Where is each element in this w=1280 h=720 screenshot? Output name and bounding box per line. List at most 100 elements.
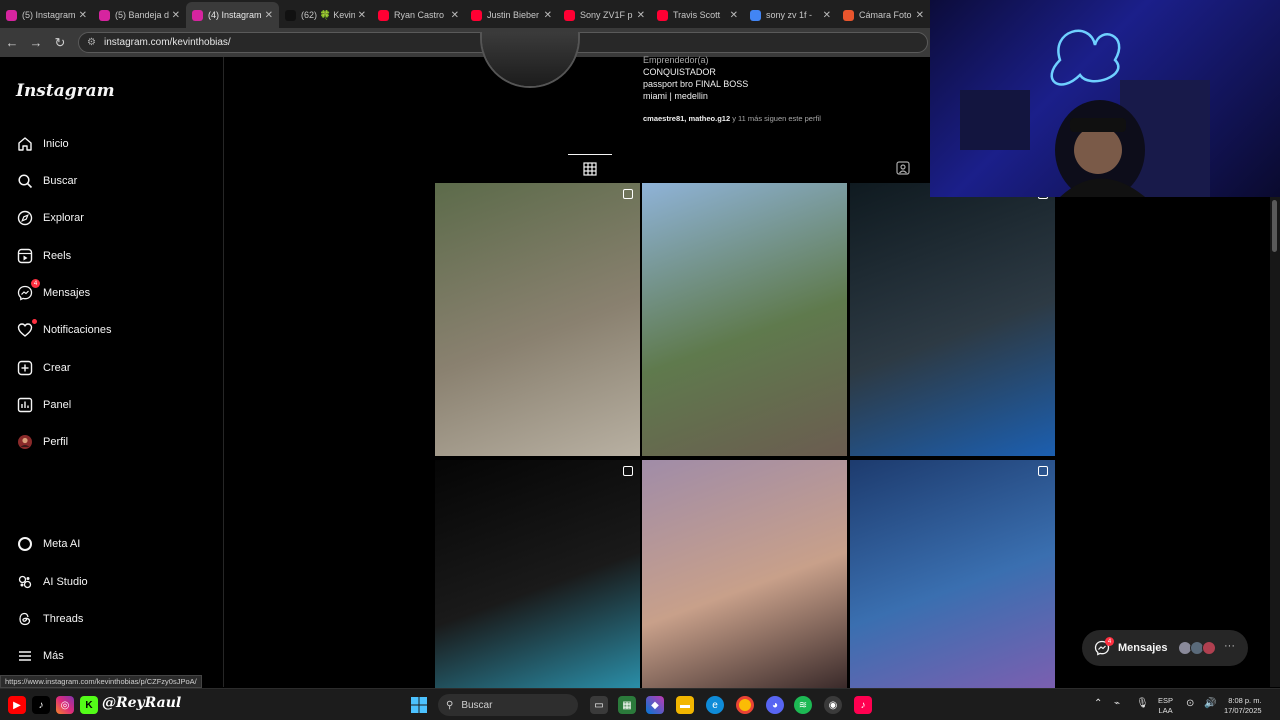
windows-start-icon[interactable] xyxy=(410,696,428,714)
clock-date: 17/07/2025 xyxy=(1224,706,1262,715)
scrollbar-thumb[interactable] xyxy=(1272,200,1277,252)
sidebar-item-ai-studio[interactable]: AI Studio xyxy=(16,567,88,597)
sidebar-item-perfil[interactable]: Perfil xyxy=(16,427,68,457)
bio-line: CONQUISTADOR xyxy=(643,67,716,77)
browser-tab[interactable]: Travis Scott ✕ xyxy=(651,2,744,28)
browser-tab[interactable]: Justin Bieber ✕ xyxy=(465,2,558,28)
tab-close-icon[interactable]: ✕ xyxy=(265,10,273,21)
tab-close-icon[interactable]: ✕ xyxy=(358,10,366,21)
browser-tab[interactable]: (62) 🍀 Kevin ✕ xyxy=(279,2,372,28)
tab-close-icon[interactable]: ✕ xyxy=(451,10,459,21)
more-icon[interactable]: ··· xyxy=(1224,640,1235,652)
sidebar-item-meta-ai[interactable]: Meta AI xyxy=(16,529,80,559)
sidebar-item-notificaciones[interactable]: Notificaciones xyxy=(16,315,111,345)
sidebar-item-label: Notificaciones xyxy=(43,324,112,336)
sidebar-item-inicio[interactable]: Inicio xyxy=(16,129,69,159)
sidebar-item-más[interactable]: Más xyxy=(16,641,64,671)
tab-close-icon[interactable]: ✕ xyxy=(823,10,831,21)
followed-by-names[interactable]: cmaestre81, matheo.g12 xyxy=(643,114,730,123)
reload-icon[interactable]: ↻ xyxy=(48,35,72,51)
clock-time: 8:08 p. m. xyxy=(1228,696,1262,705)
microphone-icon[interactable]: 🎙 xyxy=(1136,699,1149,709)
browser-tab[interactable]: Ryan Castro ✕ xyxy=(372,2,465,28)
browser-tab[interactable]: (5) Bandeja de ✕ xyxy=(93,2,186,28)
search-icon xyxy=(16,172,34,190)
sidebar-item-threads[interactable]: Threads xyxy=(16,604,83,634)
tiktok-live-icon[interactable]: ♪ xyxy=(854,696,872,714)
site-info-icon[interactable]: ⚙ xyxy=(87,37,96,48)
tab-favicon-icon xyxy=(471,9,482,21)
file-explorer-icon[interactable]: ▬ xyxy=(676,696,694,714)
tab-close-icon[interactable]: ✕ xyxy=(637,10,645,21)
sidebar-item-label: Perfil xyxy=(43,436,69,448)
followed-by-text[interactable]: cmaestre81, matheo.g12 y 11 más siguen e… xyxy=(643,114,821,123)
tab-close-icon[interactable]: ✕ xyxy=(730,10,738,21)
sidebar-item-mensajes[interactable]: 4 Mensajes xyxy=(16,278,90,308)
chrome-icon[interactable] xyxy=(736,696,754,714)
browser-tab[interactable]: Sony ZV1F p ✕ xyxy=(558,2,651,28)
tab-posts[interactable] xyxy=(568,154,612,182)
tiktok-icon[interactable]: ♪ xyxy=(32,696,50,714)
tab-close-icon[interactable]: ✕ xyxy=(172,10,180,21)
tray-chevron-icon[interactable]: ⌃ xyxy=(1094,699,1102,709)
sidebar-item-panel[interactable]: Panel xyxy=(16,390,71,420)
messages-pill[interactable]: 4 Mensajes ··· xyxy=(1082,630,1248,666)
messages-pill-label: Mensajes xyxy=(1118,642,1168,654)
carousel-icon xyxy=(623,189,633,199)
post-studio-award[interactable] xyxy=(850,460,1055,688)
edge-icon[interactable]: e xyxy=(706,696,724,714)
browser-tab[interactable]: (4) Instagram ✕ xyxy=(186,2,279,28)
tab-close-icon[interactable]: ✕ xyxy=(544,10,552,21)
store-icon[interactable]: ▦ xyxy=(618,696,636,714)
tab-close-icon[interactable]: ✕ xyxy=(916,10,924,21)
tab-favicon-icon xyxy=(378,9,389,21)
post-party-car[interactable] xyxy=(435,460,640,688)
sidebar-item-buscar[interactable]: Buscar xyxy=(16,166,77,196)
language-code: ESP xyxy=(1158,696,1174,705)
tab-close-icon[interactable]: ✕ xyxy=(79,10,87,21)
tab-favicon-icon xyxy=(843,9,854,21)
sidebar-item-explorar[interactable]: Explorar xyxy=(16,203,84,233)
back-icon[interactable]: ← xyxy=(0,35,24,50)
post-group-photo[interactable] xyxy=(642,460,847,688)
tab-label: Sony ZV1F p xyxy=(580,10,633,20)
wifi-icon[interactable]: ⊙ xyxy=(1186,699,1194,709)
browser-tab[interactable]: Cámara Foto ✕ xyxy=(837,2,930,28)
language-indicator[interactable]: ESP LAA xyxy=(1158,696,1173,716)
scrollbar-track[interactable] xyxy=(1270,197,1280,687)
volume-icon[interactable]: 🔊 xyxy=(1204,699,1216,709)
spotify-icon[interactable]: ≋ xyxy=(794,696,812,714)
address-bar: ← → ↻ ⚙ instagram.com/kevinthobias/ xyxy=(0,28,930,57)
windows-taskbar: ▶ ♪ ◎ K @ReyRaul ⚲ Buscar ▭ ▦ ◆ ▬ e ◕ ≋ … xyxy=(0,688,1280,720)
task-view-icon[interactable]: ▭ xyxy=(590,696,608,714)
copilot-icon[interactable]: ◆ xyxy=(646,696,664,714)
chart-icon xyxy=(16,396,34,414)
post-cars-driveway[interactable] xyxy=(435,183,640,456)
sidebar-item-label: Buscar xyxy=(43,175,78,187)
network-icon[interactable]: ⌁ xyxy=(1114,699,1120,709)
tab-favicon-icon xyxy=(99,9,110,21)
profile-avatar[interactable] xyxy=(480,32,580,88)
instagram-icon[interactable]: ◎ xyxy=(56,696,74,714)
youtube-icon[interactable]: ▶ xyxy=(8,696,26,714)
browser-tab[interactable]: sony zv 1f - ✕ xyxy=(744,2,837,28)
bio-line: passport bro FINAL BOSS xyxy=(643,79,749,89)
discord-icon[interactable]: ◕ xyxy=(766,696,784,714)
post-two-men-sofa[interactable] xyxy=(642,183,847,456)
sidebar-item-reels[interactable]: Reels xyxy=(16,241,71,271)
avatar xyxy=(1202,641,1216,655)
kick-icon[interactable]: K xyxy=(80,696,98,714)
obs-icon[interactable]: ◉ xyxy=(824,696,842,714)
taskbar-search[interactable]: ⚲ Buscar xyxy=(438,694,578,716)
tab-favicon-icon xyxy=(6,9,17,21)
instagram-logo[interactable]: Instagram xyxy=(16,81,115,101)
tab-favicon-icon xyxy=(657,9,668,21)
browser-tab[interactable]: (5) Instagram ✕ xyxy=(0,2,93,28)
sidebar-item-crear[interactable]: Crear xyxy=(16,353,71,383)
clock[interactable]: 8:08 p. m. 17/07/2025 xyxy=(1224,696,1262,716)
post-bugatti-night[interactable] xyxy=(850,183,1055,456)
grid-icon xyxy=(583,161,597,176)
forward-icon[interactable]: → xyxy=(24,35,48,50)
tab-favicon-icon xyxy=(750,9,761,21)
tab-tagged[interactable] xyxy=(890,154,916,182)
